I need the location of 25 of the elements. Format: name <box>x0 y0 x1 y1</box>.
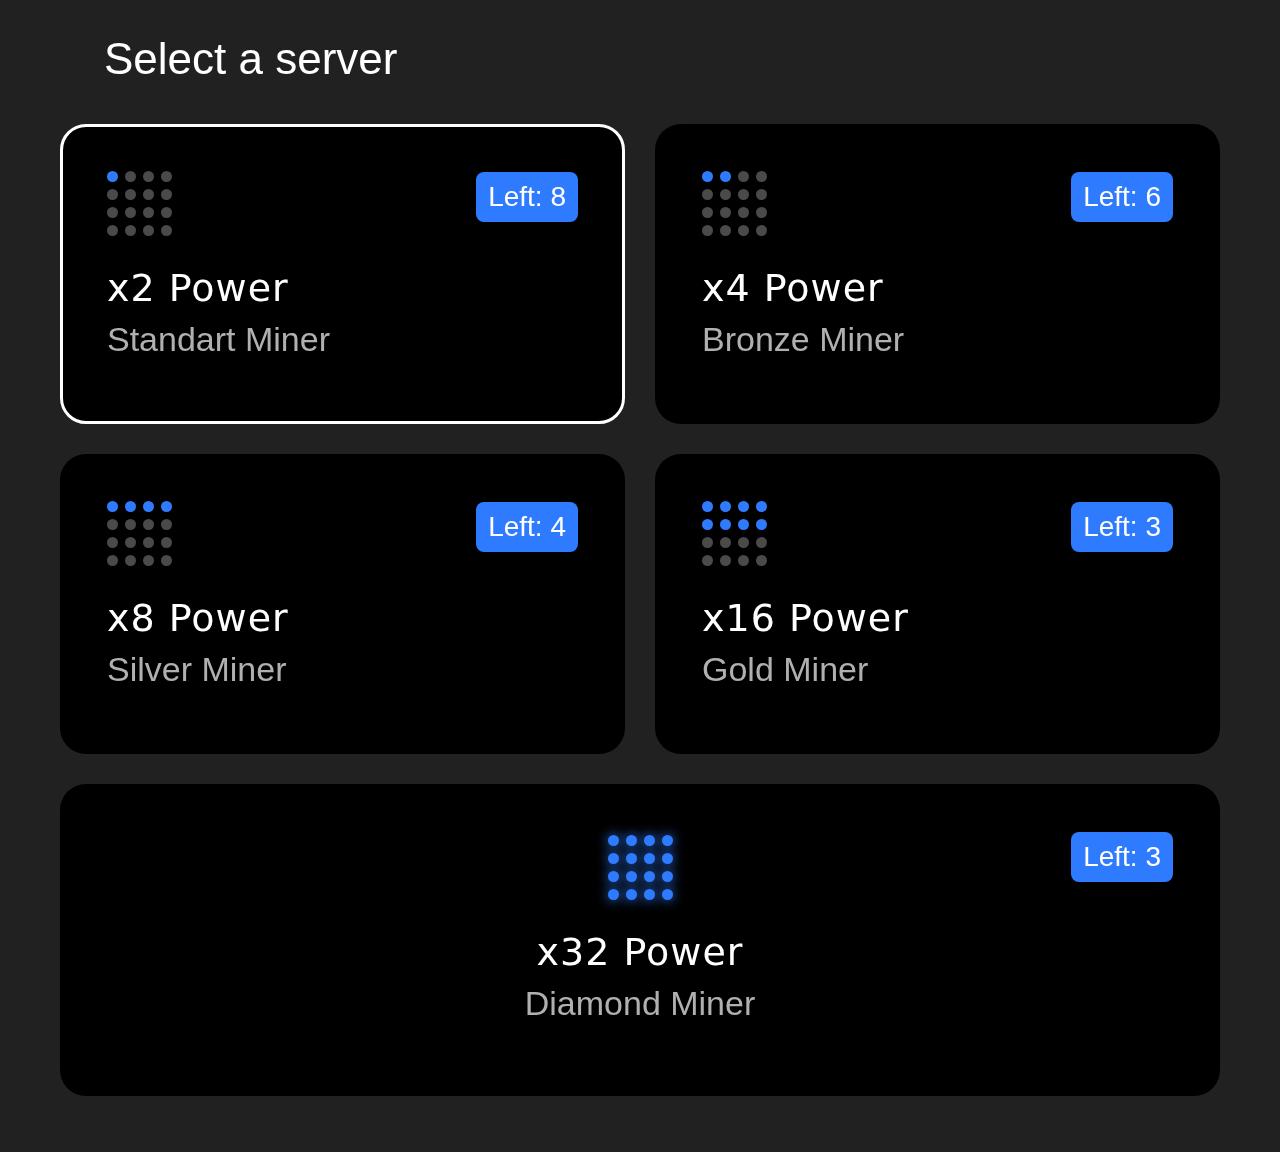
tier-label: Gold Miner <box>702 650 869 689</box>
page-title: Select a server <box>104 34 398 84</box>
tier-label: Silver Miner <box>107 650 287 689</box>
tier-label: Bronze Miner <box>702 320 905 359</box>
remaining-badge: Left: 3 <box>1071 832 1173 882</box>
remaining-badge: Left: 8 <box>476 172 578 222</box>
power-label: x2 Power <box>107 266 289 310</box>
remaining-badge: Left: 4 <box>476 502 578 552</box>
tier-label: Standart Miner <box>107 320 330 359</box>
server-card[interactable]: Left: 3 x16 Power Gold Miner <box>655 454 1220 754</box>
dot-grid-icon <box>702 501 767 566</box>
power-label: x8 Power <box>107 596 289 640</box>
server-card[interactable]: Left: 8 x2 Power Standart Miner <box>60 124 625 424</box>
dot-grid-icon <box>107 171 172 236</box>
server-card[interactable]: Left: 3 x32 Power Diamond Miner <box>60 784 1220 1096</box>
dot-grid-icon <box>107 501 172 566</box>
power-label: x32 Power <box>536 930 744 974</box>
server-card[interactable]: Left: 6 x4 Power Bronze Miner <box>655 124 1220 424</box>
power-label: x16 Power <box>702 596 909 640</box>
remaining-badge: Left: 6 <box>1071 172 1173 222</box>
dot-grid-icon <box>702 171 767 236</box>
remaining-badge: Left: 3 <box>1071 502 1173 552</box>
tier-label: Diamond Miner <box>524 984 756 1023</box>
server-card[interactable]: Left: 4 x8 Power Silver Miner <box>60 454 625 754</box>
power-label: x4 Power <box>702 266 884 310</box>
